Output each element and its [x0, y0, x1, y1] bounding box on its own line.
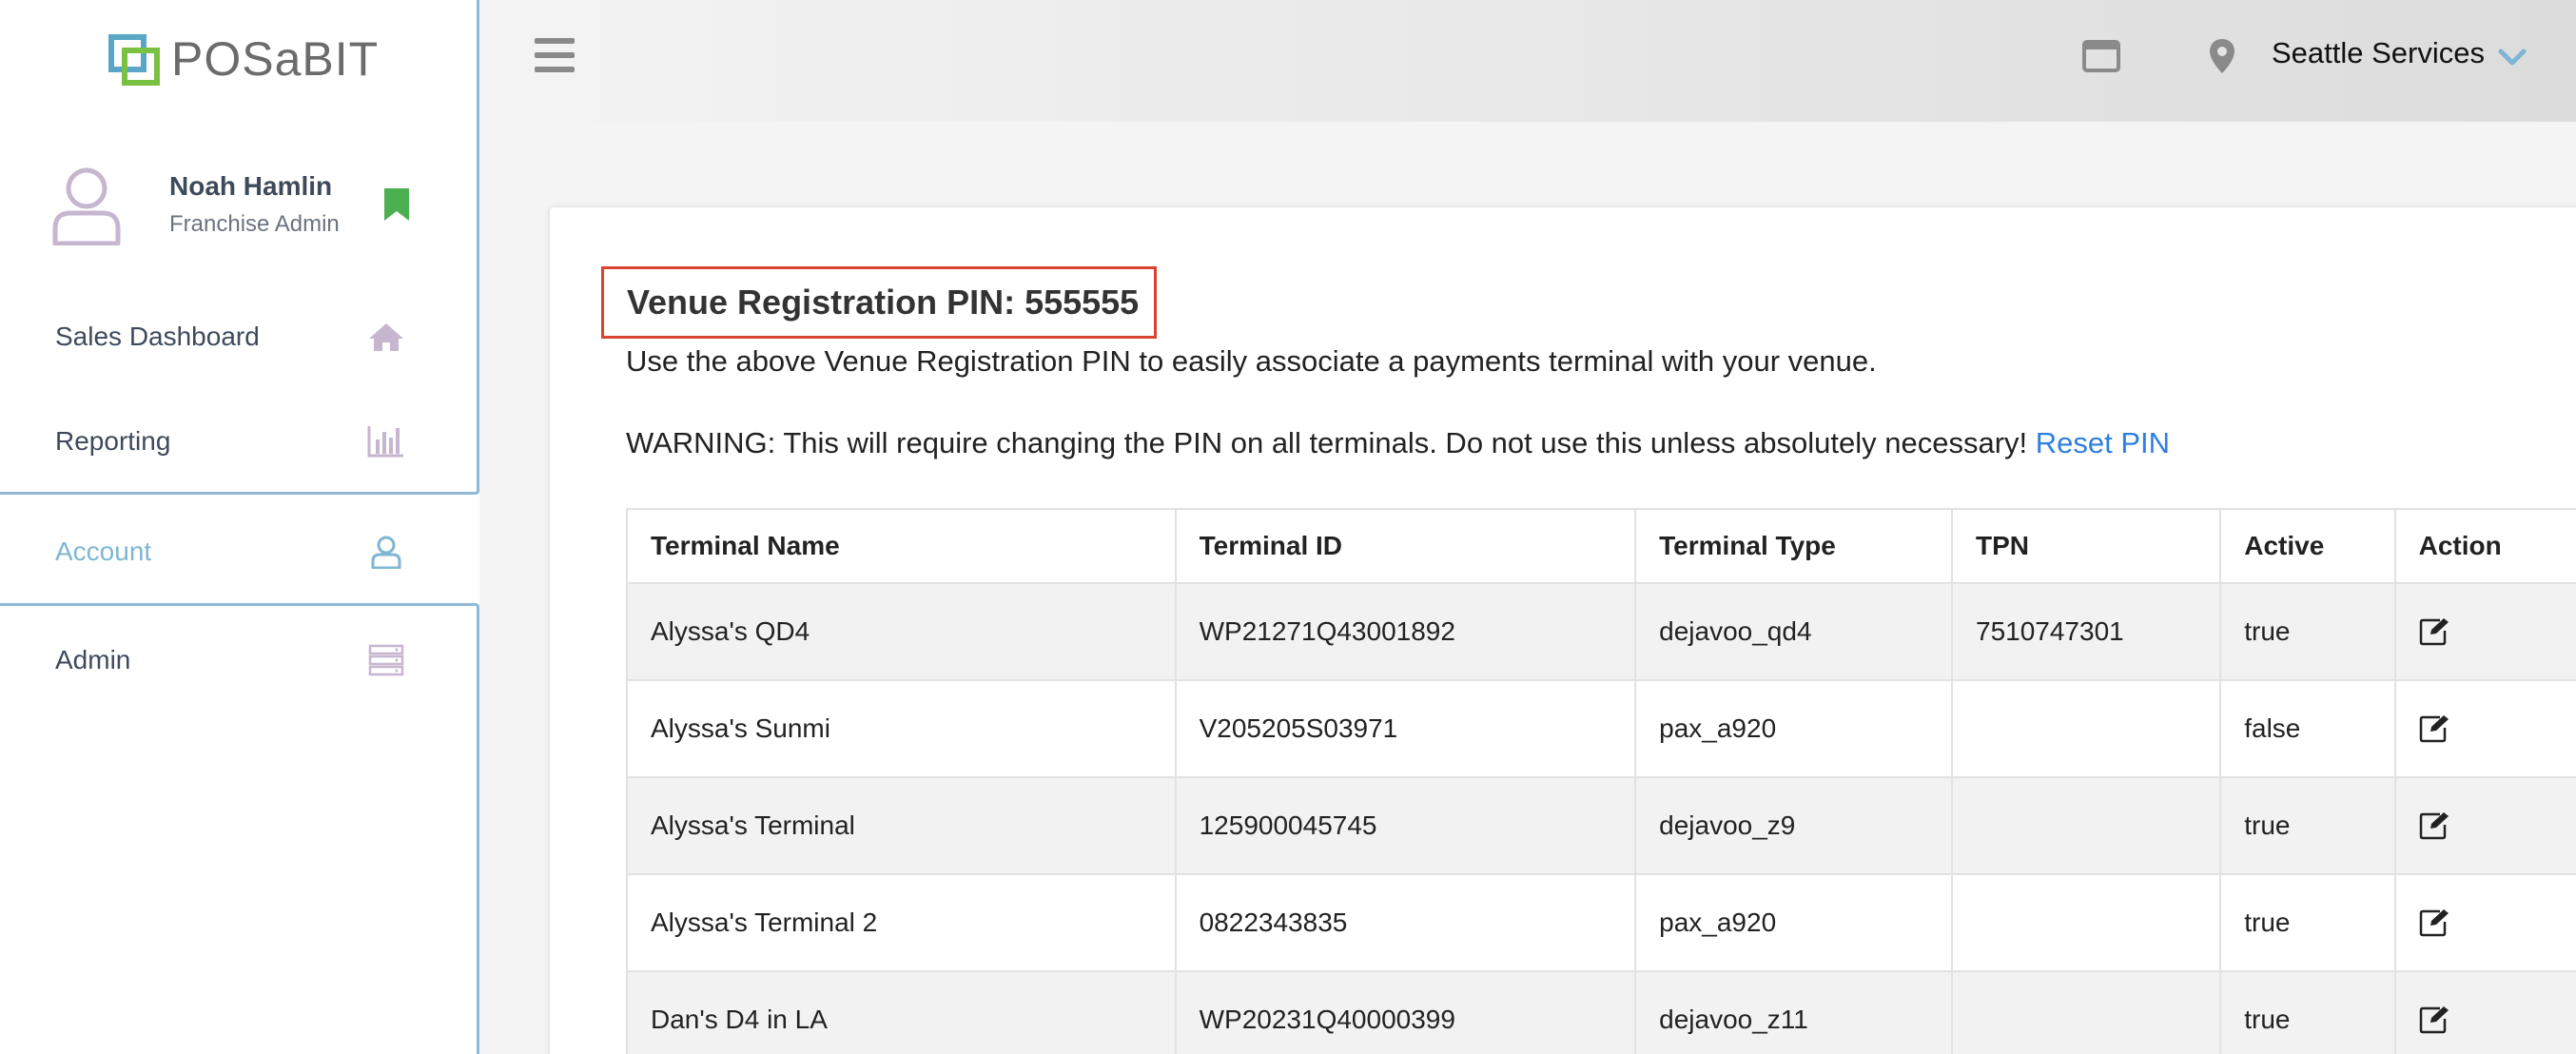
home-icon — [369, 323, 403, 351]
user-icon — [371, 536, 401, 569]
nav-item-label: Sales Dashboard — [55, 322, 260, 351]
terminal-active: true — [2219, 582, 2396, 681]
table-row: Dan's D4 in LA WP20231Q40000399 dejavoo_… — [626, 970, 2576, 1054]
terminal-name: Alyssa's Sunmi — [626, 679, 1177, 778]
sidebar: POSaBIT Noah Hamlin Franchise Admin Sale… — [0, 0, 479, 1054]
terminal-name: Dan's D4 in LA — [626, 970, 1177, 1054]
terminal-type: dejavoo_z9 — [1634, 776, 1953, 875]
venue-selector[interactable]: Seattle Services — [2272, 36, 2527, 70]
content-card: Venue Registration PIN: 555555 Use the a… — [550, 207, 2576, 1054]
terminal-tpn — [1950, 679, 2222, 778]
nav-item-sales-dashboard[interactable]: Sales Dashboard — [0, 299, 476, 375]
warning-message: WARNING: This will require changing the … — [626, 426, 2036, 459]
terminal-id: 125900045745 — [1174, 776, 1637, 875]
venue-pin-box: Venue Registration PIN: 555555 — [601, 266, 1157, 339]
bookmark-icon[interactable] — [384, 188, 409, 221]
logo-mark-icon — [108, 30, 166, 88]
terminal-name: Alyssa's QD4 — [626, 582, 1177, 681]
terminal-active: true — [2219, 970, 2396, 1054]
terminal-name: Alyssa's Terminal — [626, 776, 1177, 875]
location-pin-icon — [2210, 39, 2234, 73]
user-avatar-icon — [52, 167, 121, 245]
action-cell — [2393, 582, 2576, 681]
venue-name: Seattle Services — [2272, 36, 2485, 69]
action-cell — [2393, 776, 2576, 875]
nav-item-admin[interactable]: Admin — [0, 622, 476, 698]
action-cell — [2393, 970, 2576, 1054]
terminal-name: Alyssa's Terminal 2 — [626, 873, 1177, 972]
hamburger-menu-icon[interactable] — [535, 38, 575, 72]
terminal-type: pax_a920 — [1634, 873, 1953, 972]
terminal-type: dejavoo_z11 — [1634, 970, 1953, 1054]
nav-item-reporting[interactable]: Reporting — [0, 403, 476, 479]
action-cell — [2393, 679, 2576, 778]
logo[interactable]: POSaBIT — [108, 29, 379, 89]
terminal-active: true — [2219, 873, 2396, 972]
table-row: Alyssa's QD4 WP21271Q43001892 dejavoo_qd… — [626, 582, 2576, 681]
edit-icon[interactable] — [2419, 811, 2449, 840]
profile-name: Noah Hamlin — [169, 171, 333, 201]
column-header[interactable]: Terminal Name — [626, 508, 1177, 584]
terminal-tpn — [1950, 873, 2222, 972]
pin-warning-text: WARNING: This will require changing the … — [626, 426, 2170, 460]
terminal-type: dejavoo_qd4 — [1634, 582, 1953, 681]
terminal-tpn: 7510747301 — [1950, 582, 2222, 681]
terminal-type: pax_a920 — [1634, 679, 1953, 778]
edit-icon[interactable] — [2419, 617, 2449, 646]
edit-icon[interactable] — [2419, 714, 2449, 743]
table-row: Alyssa's Terminal 2 0822343835 pax_a920 … — [626, 873, 2576, 972]
terminal-active: true — [2219, 776, 2396, 875]
table-header-row: Terminal Name Terminal ID Terminal Type … — [626, 508, 2576, 584]
edit-icon[interactable] — [2419, 908, 2449, 937]
terminals-table: Terminal Name Terminal ID Terminal Type … — [626, 508, 2576, 1054]
table-row: Alyssa's Sunmi V205205S03971 pax_a920 fa… — [626, 679, 2576, 778]
bar-chart-icon — [367, 426, 403, 458]
terminal-tpn — [1950, 776, 2222, 875]
table-row: Alyssa's Terminal 125900045745 dejavoo_z… — [626, 776, 2576, 875]
terminal-id: 0822343835 — [1174, 873, 1637, 972]
column-header[interactable]: Terminal Type — [1634, 508, 1953, 584]
server-icon — [368, 644, 404, 676]
reset-pin-link[interactable]: Reset PIN — [2036, 426, 2170, 459]
nav-item-label: Admin — [55, 645, 131, 674]
profile-role: Franchise Admin — [169, 211, 340, 237]
chevron-down-icon — [2498, 49, 2527, 66]
nav-item-label: Reporting — [55, 426, 171, 456]
terminal-id: WP21271Q43001892 — [1174, 582, 1637, 681]
column-header[interactable]: Terminal ID — [1174, 508, 1637, 584]
action-cell — [2393, 873, 2576, 972]
terminal-id: WP20231Q40000399 — [1174, 970, 1637, 1054]
column-header[interactable]: Active — [2219, 508, 2396, 584]
column-header: Action — [2393, 508, 2576, 584]
terminal-tpn — [1950, 970, 2222, 1054]
column-header[interactable]: TPN — [1950, 508, 2222, 584]
pin-info-text: Use the above Venue Registration PIN to … — [626, 344, 1877, 378]
venue-pin-title: Venue Registration PIN: 555555 — [627, 283, 1140, 322]
nav-item-account[interactable]: Account — [0, 514, 476, 590]
window-icon[interactable] — [2082, 40, 2120, 72]
nav-item-label: Account — [55, 537, 152, 566]
terminal-active: false — [2219, 679, 2396, 778]
edit-icon[interactable] — [2419, 1005, 2449, 1034]
terminal-id: V205205S03971 — [1174, 679, 1637, 778]
user-profile: Noah Hamlin Franchise Admin — [51, 162, 432, 257]
top-header: Seattle Services — [479, 0, 2576, 122]
logo-text: POSaBIT — [171, 32, 380, 86]
